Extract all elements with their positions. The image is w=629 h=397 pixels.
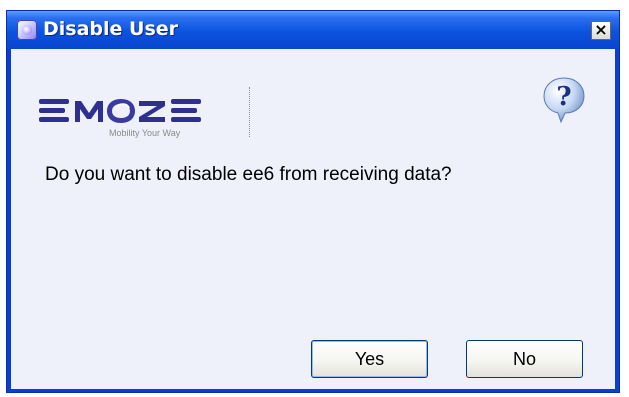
dialog-content: Mobility Your Way ? Do you want to disab…: [11, 49, 615, 389]
confirmation-message: Do you want to disable ee6 from receivin…: [45, 164, 452, 185]
emoze-logo: Mobility Your Way: [39, 99, 201, 138]
help-icon: ?: [543, 77, 585, 124]
close-button[interactable]: ×: [591, 21, 611, 40]
app-icon: [17, 20, 37, 40]
help-glyph: ?: [556, 82, 571, 112]
title-bar[interactable]: Disable User ×: [7, 11, 619, 49]
dialog-window: Disable User × Mobility Your Way ? Do yo…: [6, 10, 620, 393]
yes-button[interactable]: Yes: [311, 340, 428, 378]
no-button[interactable]: No: [466, 340, 583, 378]
window-title: Disable User: [43, 18, 179, 40]
divider: [249, 87, 250, 137]
logo-mark: [39, 99, 201, 123]
logo-tagline: Mobility Your Way: [109, 128, 181, 138]
